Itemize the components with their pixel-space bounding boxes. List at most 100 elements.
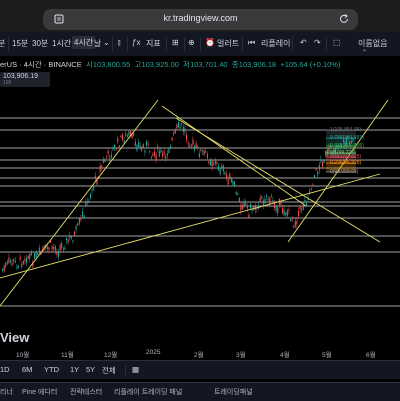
- open-label: 시: [85, 60, 93, 69]
- indicators-button[interactable]: 지표: [146, 38, 161, 49]
- range-all-button[interactable]: 전체: [102, 365, 116, 376]
- candle-body: [104, 158, 106, 163]
- candle-body: [296, 220, 298, 225]
- candle-body: [19, 256, 21, 260]
- candle-body: [101, 165, 103, 169]
- interval-15m-button[interactable]: 15분: [12, 38, 28, 49]
- candle-body: [3, 265, 5, 272]
- range-5y-button[interactable]: 5Y: [86, 365, 95, 374]
- candle-body: [109, 158, 111, 160]
- fib-retracement-icon[interactable]: ⊕: [188, 38, 195, 47]
- toolbar-divider: [200, 37, 201, 51]
- toolbar-divider: [292, 37, 293, 51]
- candle-body: [26, 258, 28, 264]
- tab-strategy-tester[interactable]: 전략테스터: [70, 387, 102, 397]
- candle-body: [203, 150, 205, 156]
- candle-body: [240, 204, 242, 211]
- candle-body: [134, 141, 136, 147]
- candle-body: [154, 151, 156, 156]
- candle-body: [115, 147, 117, 150]
- candle-body: [128, 131, 130, 136]
- candle-body: [186, 134, 188, 141]
- url-text[interactable]: kr.tradingview.com: [43, 13, 358, 23]
- candle-body: [53, 247, 55, 249]
- candle-body: [294, 221, 296, 227]
- change-value: +105.64 (+0.10%): [280, 60, 341, 69]
- toolbar-divider: [184, 37, 185, 51]
- candle-body: [155, 154, 157, 161]
- candle-body: [133, 133, 135, 137]
- candle-body: [107, 150, 109, 154]
- tab-replay-panel[interactable]: 리플레이 트레이딩 패널: [114, 387, 182, 397]
- trendline: [0, 99, 159, 307]
- candle-body: [178, 121, 180, 128]
- interval-1h-button[interactable]: 1시간: [52, 38, 71, 49]
- alert-icon[interactable]: ⏰: [205, 38, 215, 47]
- candle-body: [149, 151, 151, 153]
- candle-body: [142, 144, 144, 148]
- candle-body: [160, 149, 162, 153]
- candle-body: [227, 179, 229, 185]
- candle-body: [214, 160, 216, 164]
- interval-1m-button[interactable]: 분: [0, 38, 5, 49]
- candles-icon[interactable]: ⫾: [118, 38, 121, 48]
- candle-body: [117, 138, 119, 142]
- candle-body: [74, 231, 76, 236]
- candle-body: [213, 163, 215, 166]
- redo-icon[interactable]: ↷: [314, 38, 321, 47]
- candle-body: [173, 132, 175, 135]
- reload-icon[interactable]: [338, 13, 350, 25]
- candle-body: [318, 165, 320, 170]
- candle-body: [275, 205, 277, 212]
- symbol-name[interactable]: erUS · 4시간 · BINANCE: [0, 60, 82, 69]
- candle-body: [22, 260, 24, 265]
- candle-body: [189, 145, 191, 148]
- indicators-icon[interactable]: ƒx: [132, 38, 140, 47]
- replay-button[interactable]: 리플레이: [261, 38, 290, 49]
- candle-body: [120, 135, 122, 138]
- range-1d-button[interactable]: 1D: [0, 365, 10, 374]
- candle-body: [184, 128, 186, 133]
- candle-body: [283, 210, 285, 216]
- tab-pine-editor[interactable]: Pine 에디터: [22, 387, 57, 397]
- candle-body: [34, 253, 36, 259]
- address-bar[interactable]: kr.tradingview.com: [43, 9, 358, 30]
- fullscreen-icon[interactable]: ⬚: [333, 38, 341, 47]
- alert-button[interactable]: 얼러트: [217, 38, 239, 49]
- candle-body: [86, 201, 88, 204]
- open-value: 103,800.55: [92, 60, 131, 69]
- candle-body: [166, 153, 168, 156]
- chevron-down-icon[interactable]: ⌄: [362, 46, 367, 53]
- candle-body: [48, 247, 50, 250]
- interval-day-button[interactable]: 날: [94, 38, 101, 49]
- fib-level-label: 0(92,058.65): [330, 169, 359, 175]
- candle-body: [58, 251, 60, 258]
- tab-screener[interactable]: 리너: [0, 387, 13, 397]
- candle-body: [85, 202, 87, 207]
- candle-body: [144, 150, 146, 153]
- chevron-down-icon[interactable]: ⌄: [103, 38, 110, 47]
- candle-body: [168, 148, 170, 154]
- candle-body: [102, 159, 104, 163]
- candle-body: [170, 146, 172, 148]
- range-6m-button[interactable]: 6M: [22, 365, 32, 374]
- price-chart[interactable]: [0, 56, 400, 370]
- interval-4h-button[interactable]: 4시간: [72, 36, 96, 49]
- candle-body: [82, 211, 84, 217]
- chart-pane[interactable]: [0, 56, 400, 370]
- range-1y-button[interactable]: 1Y: [70, 365, 79, 374]
- tab-trading-panel[interactable]: 트레이딩패널: [214, 387, 253, 397]
- calendar-icon[interactable]: ▦: [132, 365, 139, 374]
- candle-body: [261, 195, 263, 199]
- candle-body: [61, 243, 63, 249]
- undo-icon[interactable]: ↶: [300, 38, 307, 47]
- candle-body: [139, 145, 141, 148]
- candle-body: [182, 126, 184, 132]
- time-axis[interactable]: 10월 11월 12월 2025 2월 3월 4월 5월 6월: [0, 346, 400, 360]
- range-ytd-button[interactable]: YTD: [44, 365, 59, 374]
- layout-icon[interactable]: ⊞: [172, 38, 179, 47]
- interval-30m-button[interactable]: 30분: [32, 38, 48, 49]
- close-label: 종: [231, 60, 239, 69]
- toolbar-divider: [326, 37, 327, 51]
- replay-icon[interactable]: ⏮: [248, 38, 255, 48]
